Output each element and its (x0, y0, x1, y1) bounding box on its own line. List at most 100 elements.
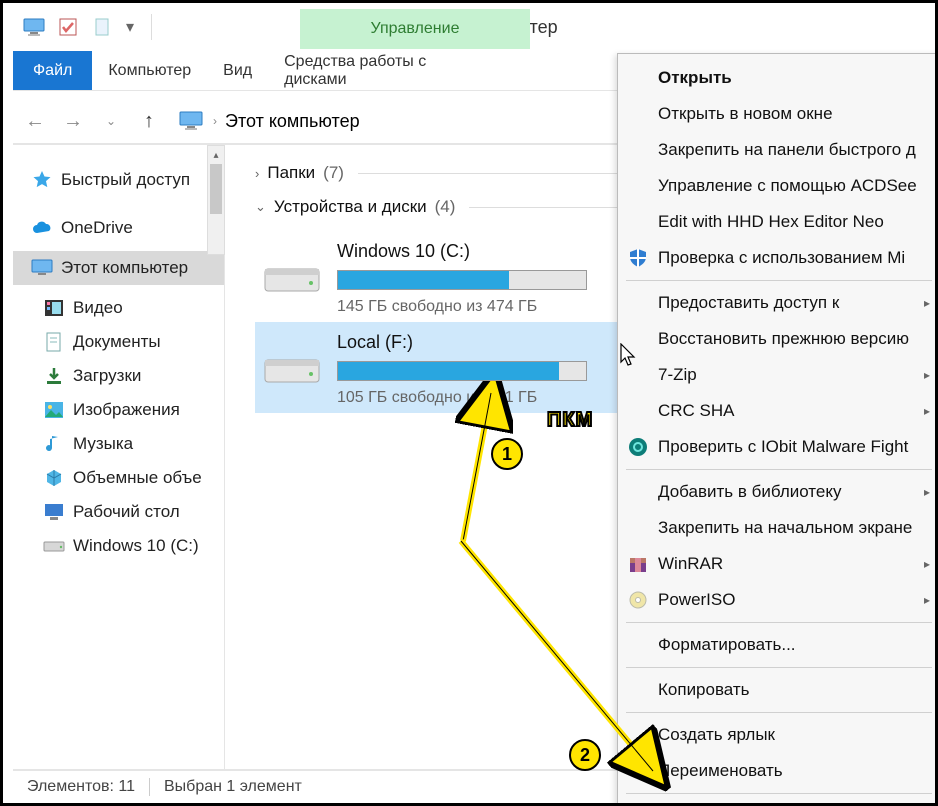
cloud-icon (31, 217, 53, 239)
ctx-pin-quick-access[interactable]: Закрепить на панели быстрого д (618, 132, 938, 168)
downloads-icon (43, 365, 65, 387)
group-count: (4) (435, 197, 456, 217)
drive-free-text: 145 ГБ свободно из 474 ГБ (337, 298, 627, 316)
group-count: (7) (323, 163, 344, 183)
drive-item-f[interactable]: Local (F:) 105 ГБ свободно из 931 ГБ (255, 322, 635, 413)
sidebar-item-desktop[interactable]: Рабочий стол (13, 495, 224, 529)
chevron-right-icon: ▸ (924, 368, 930, 382)
sidebar-item-this-pc[interactable]: Этот компьютер (13, 251, 224, 285)
ctx-winrar[interactable]: WinRAR▸ (618, 546, 938, 582)
capacity-fill (338, 271, 509, 289)
annotation-marker-2: 2 (569, 739, 601, 771)
tab-drive-tools[interactable]: Средства работы с дисками (268, 51, 498, 90)
ctx-poweriso[interactable]: PowerISO▸ (618, 582, 938, 618)
status-selection: Выбран 1 элемент (164, 778, 302, 796)
ctx-separator (626, 712, 932, 713)
sidebar-label: Быстрый доступ (61, 170, 190, 190)
sidebar-item-drive-c[interactable]: Windows 10 (C:) (13, 529, 224, 563)
nav-pane: ▴ Быстрый доступ OneDrive Этот компьютер (13, 145, 225, 769)
drive-name: Windows 10 (C:) (337, 241, 627, 262)
manage-contextual-tab[interactable]: Управление (300, 9, 530, 49)
annotation-marker-1: 1 (491, 438, 523, 470)
this-pc-icon (23, 16, 45, 38)
poweriso-icon (626, 588, 650, 612)
sidebar-item-downloads[interactable]: Загрузки (13, 359, 224, 393)
ctx-give-access[interactable]: Предоставить доступ к▸ (618, 285, 938, 321)
documents-icon (43, 331, 65, 353)
ctx-rename[interactable]: Переименовать (618, 753, 938, 789)
nav-history-dropdown[interactable]: ⌄ (97, 107, 125, 135)
ctx-add-library[interactable]: Добавить в библиотеку▸ (618, 474, 938, 510)
sidebar-item-3d-objects[interactable]: Объемные объе (13, 461, 224, 495)
ctx-separator (626, 622, 932, 623)
breadcrumb-this-pc[interactable]: Этот компьютер (225, 111, 360, 132)
ctx-restore-previous[interactable]: Восстановить прежнюю версию (618, 321, 938, 357)
capacity-fill (338, 362, 559, 380)
sidebar-item-documents[interactable]: Документы (13, 325, 224, 359)
sidebar-item-onedrive[interactable]: OneDrive (13, 211, 224, 245)
chevron-right-icon[interactable]: › (213, 114, 217, 128)
ctx-properties[interactable]: Свойства (618, 798, 938, 806)
sidebar-item-quick-access[interactable]: Быстрый доступ (13, 163, 224, 197)
ctx-defender-scan[interactable]: Проверка с использованием Mi (618, 240, 938, 276)
sidebar-label: Изображения (73, 400, 180, 420)
qat-dropdown-icon[interactable]: ▾ (125, 17, 135, 37)
sidebar-label: Видео (73, 298, 123, 318)
pictures-icon (43, 399, 65, 421)
ctx-7zip[interactable]: 7-Zip▸ (618, 357, 938, 393)
sidebar-scrollbar[interactable]: ▴ (207, 145, 225, 255)
drive-item-c[interactable]: Windows 10 (C:) 145 ГБ свободно из 474 Г… (255, 231, 635, 322)
star-icon (31, 169, 53, 191)
address-bar[interactable]: › Этот компьютер (179, 111, 360, 132)
sidebar-label: Загрузки (73, 366, 141, 386)
sidebar-label: Объемные объе (73, 468, 202, 488)
ctx-crc-sha[interactable]: CRC SHA▸ (618, 393, 938, 429)
this-pc-icon (31, 257, 53, 279)
scroll-up-icon[interactable]: ▴ (208, 146, 224, 164)
tab-file[interactable]: Файл (13, 51, 92, 90)
sidebar-item-music[interactable]: Музыка (13, 427, 224, 461)
iobit-icon (626, 435, 650, 459)
sidebar-item-videos[interactable]: Видео (13, 291, 224, 325)
ctx-format[interactable]: Форматировать... (618, 627, 938, 663)
context-menu: Открыть Открыть в новом окне Закрепить н… (617, 53, 938, 806)
capacity-bar (337, 361, 587, 381)
group-name: Устройства и диски (274, 197, 427, 217)
nav-back-button[interactable]: ← (21, 107, 49, 135)
this-pc-icon (179, 111, 205, 131)
drive-name: Local (F:) (337, 332, 627, 353)
ctx-open[interactable]: Открыть (618, 60, 938, 96)
nav-up-button[interactable]: ↑ (135, 107, 163, 135)
tab-computer[interactable]: Компьютер (92, 51, 207, 90)
ctx-hex-editor[interactable]: Edit with HHD Hex Editor Neo (618, 204, 938, 240)
shield-icon (626, 246, 650, 270)
sidebar-item-pictures[interactable]: Изображения (13, 393, 224, 427)
ctx-separator (626, 469, 932, 470)
sidebar-label: Рабочий стол (73, 502, 180, 522)
window-frame: ▾ Этот компьютер Управление Файл Компьют… (0, 0, 938, 806)
ctx-separator (626, 793, 932, 794)
chevron-right-icon: ▸ (924, 557, 930, 571)
music-icon (43, 433, 65, 455)
tab-view[interactable]: Вид (207, 51, 268, 90)
ctx-copy[interactable]: Копировать (618, 672, 938, 708)
scroll-thumb[interactable] (210, 164, 222, 214)
group-name: Папки (267, 163, 315, 183)
ctx-create-shortcut[interactable]: Создать ярлык (618, 717, 938, 753)
ctx-manage-acdsee[interactable]: Управление с помощью ACDSee (618, 168, 938, 204)
ctx-iobit[interactable]: Проверить с IObit Malware Fight (618, 429, 938, 465)
ctx-pin-start[interactable]: Закрепить на начальном экране (618, 510, 938, 546)
cube-icon (43, 467, 65, 489)
ctx-separator (626, 280, 932, 281)
winrar-icon (626, 552, 650, 576)
new-folder-icon[interactable] (91, 16, 113, 38)
sidebar-label: Этот компьютер (61, 258, 188, 278)
properties-checkbox-icon[interactable] (57, 16, 79, 38)
qat-separator (151, 14, 152, 40)
ctx-open-new-window[interactable]: Открыть в новом окне (618, 96, 938, 132)
sidebar-label: OneDrive (61, 218, 133, 238)
nav-forward-button: → (59, 107, 87, 135)
annotation-pkm-label: ПКМ (547, 409, 593, 432)
chevron-down-icon: ⌄ (255, 199, 266, 215)
chevron-right-icon: ▸ (924, 404, 930, 418)
